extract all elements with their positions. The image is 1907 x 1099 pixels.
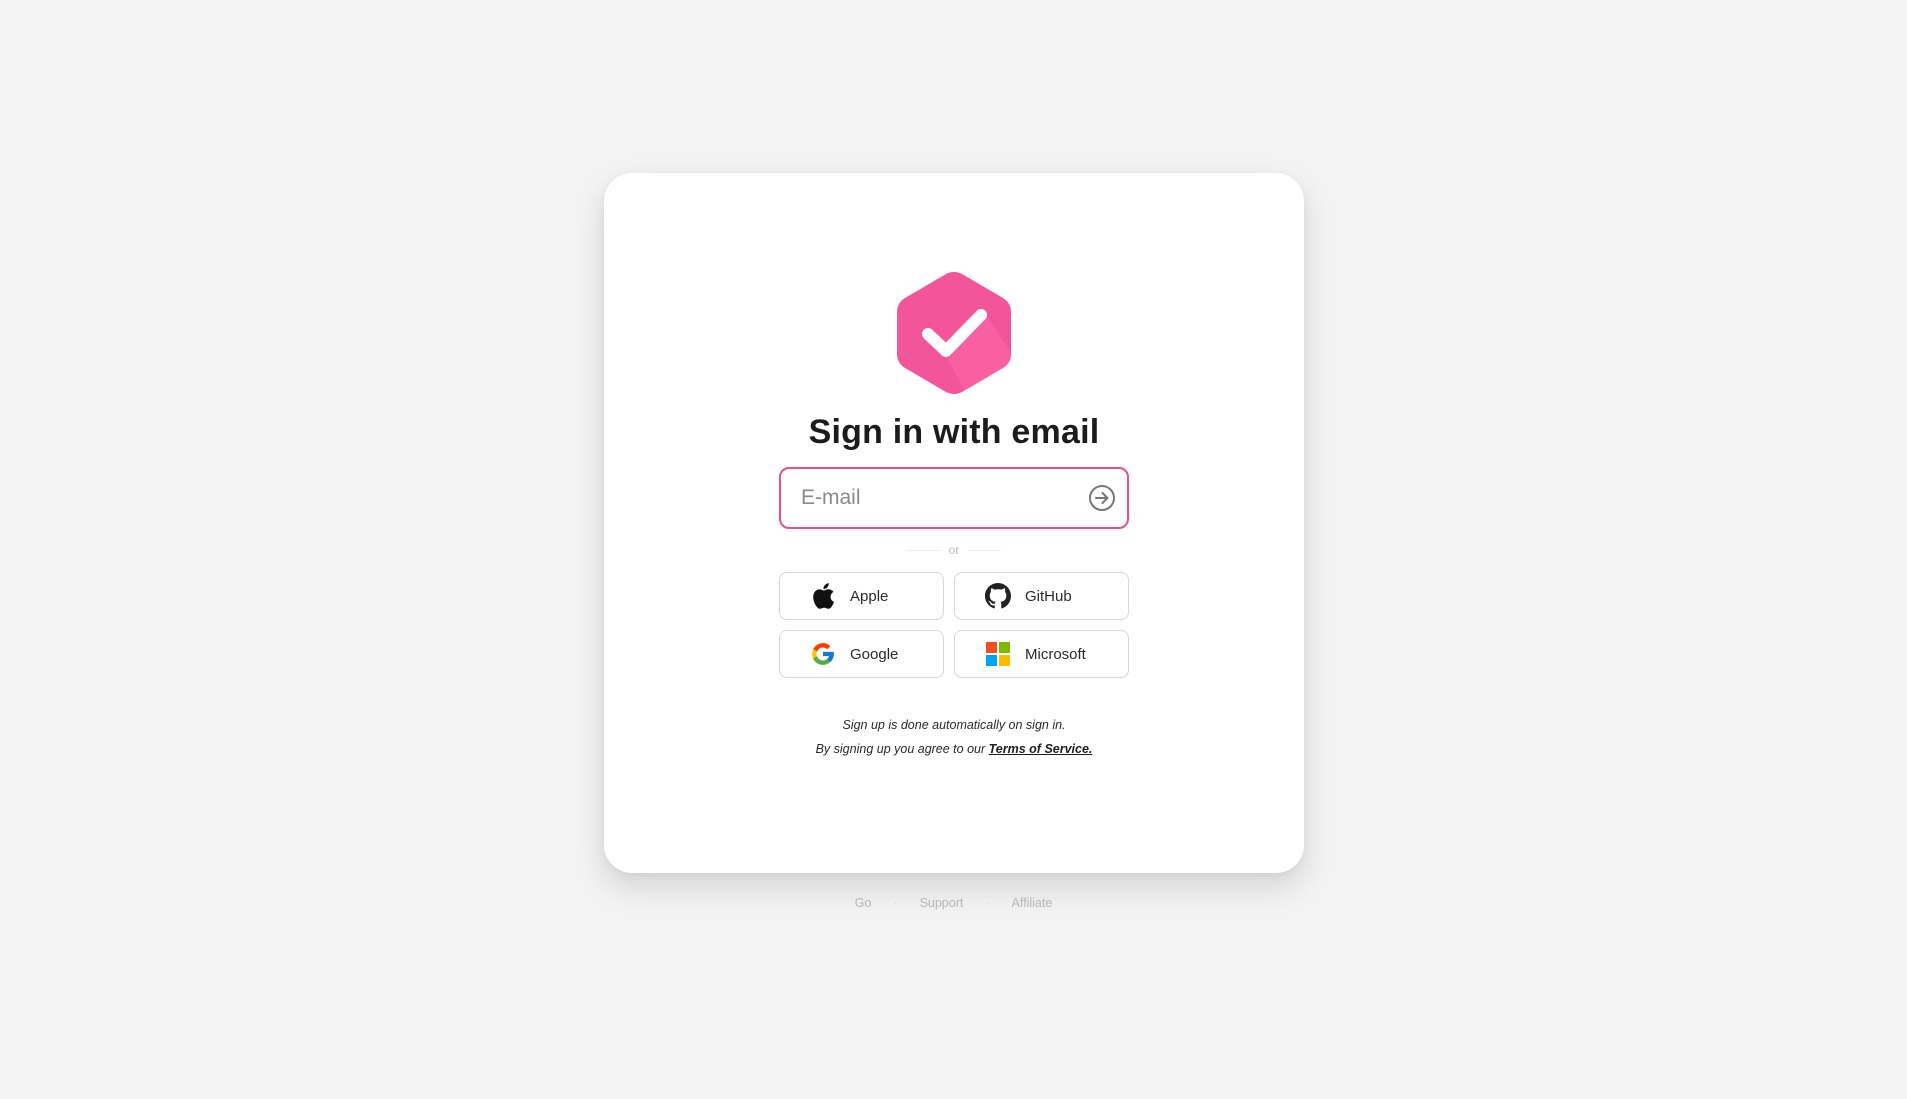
- sso-providers: Apple GitHub Google Microsoft: [779, 572, 1129, 678]
- footer-separator: ·: [893, 896, 898, 910]
- google-icon: [810, 641, 836, 667]
- divider-text: or: [948, 543, 960, 557]
- footer-separator: ·: [985, 896, 990, 910]
- submit-email-button[interactable]: [1077, 469, 1127, 527]
- signup-note: Sign up is done automatically on sign in…: [842, 718, 1066, 732]
- microsoft-icon: [985, 641, 1011, 667]
- microsoft-signin-label: Microsoft: [1025, 645, 1086, 663]
- login-card: Sign in with email or Apple: [604, 173, 1304, 873]
- google-signin-button[interactable]: Google: [779, 630, 944, 678]
- arrow-right-circle-icon: [1089, 485, 1115, 511]
- apple-signin-label: Apple: [850, 587, 889, 605]
- github-signin-label: GitHub: [1025, 587, 1072, 605]
- apple-icon: [810, 583, 836, 609]
- apple-signin-button[interactable]: Apple: [779, 572, 944, 620]
- page-title: Sign in with email: [808, 413, 1100, 451]
- app-logo-icon: [896, 271, 1012, 395]
- footer-link-affiliate[interactable]: Affiliate: [1012, 896, 1053, 910]
- google-signin-label: Google: [850, 645, 899, 663]
- or-divider: or: [604, 543, 1304, 557]
- terms-of-service-link[interactable]: Terms of Service.: [989, 742, 1093, 756]
- microsoft-signin-button[interactable]: Microsoft: [954, 630, 1129, 678]
- terms-prefix-text: By signing up you agree to our: [815, 742, 986, 756]
- email-field[interactable]: [781, 469, 1077, 527]
- github-signin-button[interactable]: GitHub: [954, 572, 1129, 620]
- footer-nav: Go · Support · Affiliate: [0, 896, 1907, 910]
- divider-line-left: [906, 549, 939, 551]
- email-field-wrapper: [779, 467, 1129, 529]
- divider-line-right: [969, 549, 1002, 551]
- footer-link-support[interactable]: Support: [920, 896, 964, 910]
- footer-link-go[interactable]: Go: [855, 896, 872, 910]
- github-icon: [985, 583, 1011, 609]
- terms-note: By signing up you agree to our Terms of …: [604, 742, 1304, 756]
